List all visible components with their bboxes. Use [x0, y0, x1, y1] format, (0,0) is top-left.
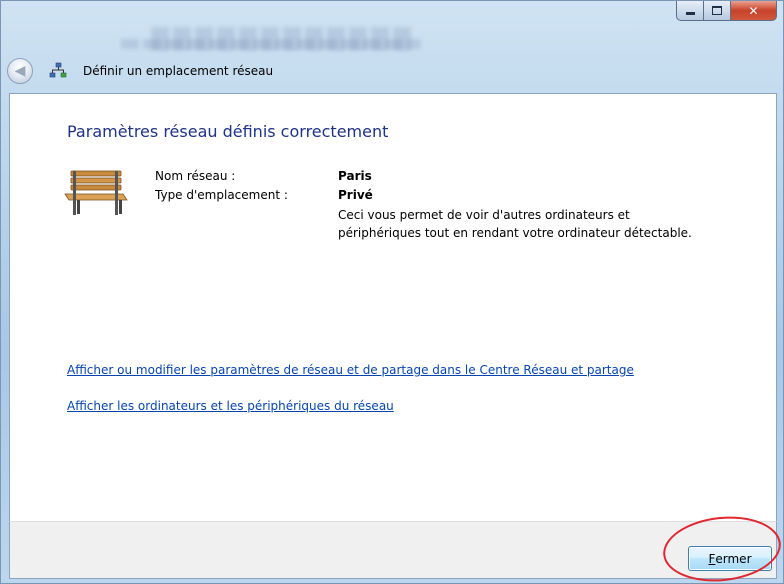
- maximize-button[interactable]: [704, 1, 731, 21]
- location-description: Ceci vous permet de voir d'autres ordina…: [338, 206, 758, 242]
- close-window-button[interactable]: ✕: [731, 1, 777, 21]
- content-panel: Paramètres réseau définis correctement N…: [9, 93, 777, 521]
- maximize-icon: [712, 6, 722, 15]
- window-title: Définir un emplacement réseau: [83, 64, 274, 78]
- back-arrow-icon: ◀: [14, 63, 26, 79]
- background-blur: [121, 39, 421, 49]
- network-center-link[interactable]: Afficher ou modifier les paramètres de r…: [67, 363, 634, 377]
- location-description-line: périphériques tout en rendant votre ordi…: [338, 226, 692, 240]
- button-bar: Fermer: [9, 521, 777, 579]
- back-button[interactable]: ◀: [7, 58, 33, 84]
- location-type-label: Type d'emplacement :: [155, 188, 288, 202]
- location-type-value: Privé: [338, 188, 373, 202]
- view-computers-link[interactable]: Afficher les ordinateurs et les périphér…: [67, 399, 394, 413]
- network-name-value: Paris: [338, 169, 372, 183]
- close-icon: ✕: [748, 3, 759, 18]
- network-icon: [49, 62, 67, 80]
- page-title: Paramètres réseau définis correctement: [67, 122, 389, 141]
- network-name-label: Nom réseau :: [155, 169, 236, 183]
- location-description-line: Ceci vous permet de voir d'autres ordina…: [338, 208, 630, 222]
- window-frame: ✕ ◀ Définir un emplacement réseau Paramè…: [0, 0, 784, 584]
- minimize-icon: [685, 12, 695, 15]
- minimize-button[interactable]: [676, 1, 704, 21]
- title-bar: ◀ Définir un emplacement réseau: [7, 56, 273, 86]
- park-bench-icon: [63, 169, 129, 217]
- caption-buttons: ✕: [676, 1, 777, 23]
